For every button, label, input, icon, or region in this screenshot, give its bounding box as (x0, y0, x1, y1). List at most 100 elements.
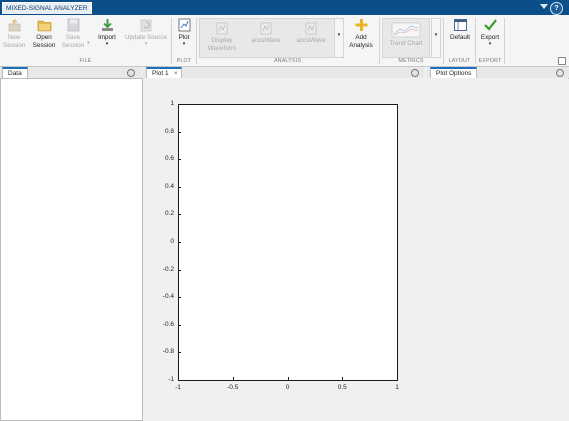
app-title-tab[interactable]: MIXED-SIGNAL ANALYZER (2, 2, 92, 14)
new-session-button[interactable]: New Session (3, 18, 25, 49)
update-source-icon (140, 19, 151, 32)
y-tick-label: -1 (168, 376, 174, 383)
waveform-icon (216, 22, 228, 35)
x-tick (342, 377, 344, 380)
plot-axes[interactable] (178, 104, 398, 381)
y-tick (178, 352, 181, 354)
export-section-label: EXPORT (478, 58, 502, 64)
separator (504, 18, 505, 64)
export-dropdown-icon[interactable]: ▾ (478, 41, 502, 47)
plot-dropdown-icon[interactable]: ▾ (175, 41, 193, 47)
y-tick-label: 0.6 (164, 155, 174, 163)
x-tick-label: 0 (285, 384, 290, 391)
display-waveform-button[interactable]: Display Waveform (204, 22, 240, 52)
import-icon (101, 19, 113, 31)
file-section-label: FILE (79, 58, 92, 64)
tab-plot-options[interactable]: Plot Options (430, 67, 478, 78)
plot-label: Plot (178, 34, 190, 41)
x-tick (178, 377, 179, 380)
save-icon (67, 18, 79, 32)
y-tick (178, 269, 181, 271)
import-label: Import (98, 34, 116, 41)
tab-plot-1[interactable]: Plot 1 × (146, 67, 182, 78)
folder-icon (37, 20, 51, 32)
help-button[interactable]: ? (550, 2, 563, 15)
analysis-gallery-expand-icon[interactable]: ▾ (334, 18, 344, 58)
x-tick-label: -0.5 (227, 384, 239, 391)
default-layout-label: Default (450, 34, 470, 41)
acoswave-label-2: acosWave (296, 37, 326, 44)
save-session-label-1: Save (65, 34, 81, 41)
save-session-button[interactable]: Save Session ▾ (61, 18, 90, 49)
y-tick-label: 0 (170, 238, 174, 245)
data-panel (0, 78, 143, 421)
plot-icon (178, 18, 190, 32)
waveform-icon (260, 22, 272, 35)
y-tick (178, 131, 181, 133)
plot-section-label: PLOT (176, 58, 192, 64)
update-source-dropdown-icon[interactable]: ▾ (123, 41, 169, 47)
y-tick-label: 0.8 (164, 127, 174, 135)
open-session-button[interactable]: Open Session (32, 18, 56, 49)
open-session-label-1: Open (36, 34, 52, 41)
metrics-section-label: METRICS (398, 58, 424, 64)
y-tick-label: -0.8 (162, 348, 174, 356)
import-button[interactable]: Import ▾ (94, 18, 120, 47)
y-tick (178, 242, 181, 243)
y-tick-label: 1 (170, 100, 174, 107)
new-session-label-2: Session (3, 41, 26, 49)
new-session-icon (8, 19, 20, 32)
open-session-label-2: Session (32, 41, 56, 49)
acoswave-button-2[interactable]: acosWave (292, 22, 330, 45)
y-tick-label: -0.4 (162, 293, 174, 301)
plot-panel-menu-icon[interactable] (411, 69, 419, 77)
data-panel-menu-icon[interactable] (127, 69, 135, 77)
tab-plot-1-label: Plot 1 (152, 70, 169, 77)
y-tick (178, 159, 181, 161)
metrics-gallery: Trend Chart (382, 18, 430, 58)
acoswave-label: acosWave (251, 37, 281, 44)
export-label: Export (480, 34, 500, 41)
toolstrip-pin-icon[interactable] (558, 57, 566, 65)
display-waveform-label-1: Display (211, 37, 233, 44)
trend-chart-button[interactable]: Trend Chart (387, 22, 425, 48)
analysis-section-label: ANALYSIS (273, 58, 302, 64)
acoswave-button[interactable]: acosWave (248, 22, 284, 45)
x-tick (287, 377, 289, 380)
save-session-label-2: Session (61, 41, 85, 49)
display-waveform-label-2: Waveform (207, 44, 237, 52)
import-dropdown-icon[interactable]: ▾ (94, 41, 120, 47)
plot-button[interactable]: Plot ▾ (175, 18, 193, 47)
analysis-gallery: Display Waveform acosWave acosWave (199, 18, 336, 58)
y-tick (178, 380, 181, 381)
update-source-label: Update Source (124, 34, 167, 41)
y-tick (178, 214, 181, 216)
add-analysis-label-2: Analysis (349, 41, 373, 49)
y-tick (178, 186, 181, 188)
layout-section-label: LAYOUT (448, 58, 471, 64)
toolstrip: New Session Open Session Save Session ▾ … (0, 15, 569, 67)
update-source-button[interactable]: Update Source ▾ (123, 18, 169, 47)
add-analysis-label-1: Add (355, 34, 367, 41)
x-tick-label: 0.5 (337, 384, 347, 391)
collapse-icon[interactable] (540, 4, 548, 9)
waveform-icon (305, 22, 317, 35)
default-layout-button[interactable]: Default (448, 18, 472, 42)
x-tick (232, 377, 234, 380)
metrics-gallery-expand-icon[interactable]: ▾ (431, 18, 441, 58)
tab-data[interactable]: Data (2, 67, 28, 78)
x-tick (397, 377, 398, 380)
x-tick-label: 1 (395, 384, 399, 391)
plot-options-menu-icon[interactable] (556, 69, 564, 77)
save-dropdown-icon[interactable]: ▾ (87, 40, 90, 48)
checkmark-icon (483, 19, 497, 31)
y-tick-label: -0.6 (162, 320, 174, 328)
trend-chart-icon (391, 22, 421, 38)
trend-chart-label: Trend Chart (389, 40, 423, 47)
plot-options-panel (427, 78, 568, 419)
add-analysis-button[interactable]: Add Analysis (348, 18, 374, 49)
add-icon (355, 19, 367, 31)
export-button[interactable]: Export ▾ (478, 18, 502, 47)
x-tick-label: -1 (175, 384, 181, 391)
y-tick-label: 0.4 (164, 182, 174, 190)
